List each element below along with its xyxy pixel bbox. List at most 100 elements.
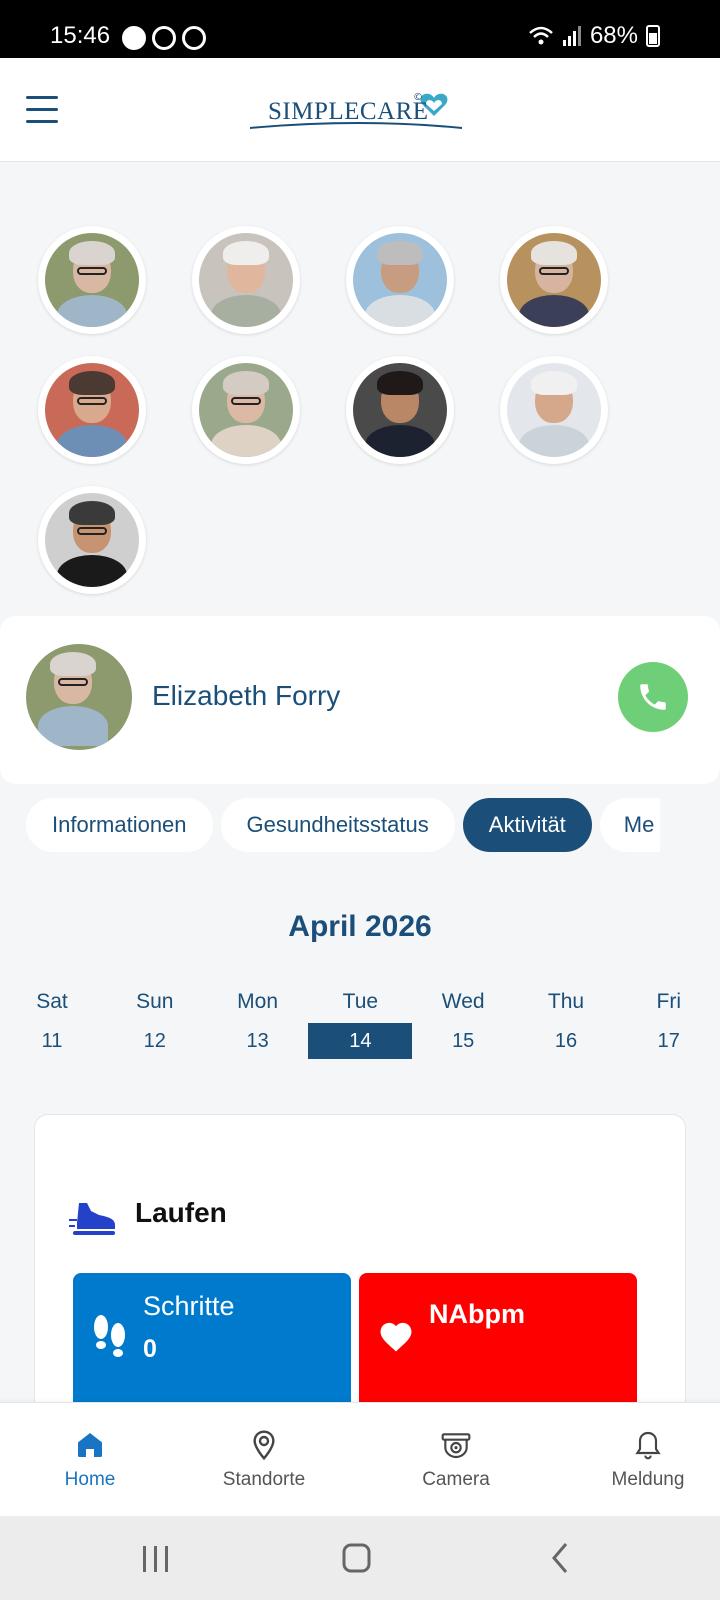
app-notification-icon: [122, 26, 146, 50]
nav-camera-label: Camera: [422, 1469, 490, 1490]
day-number: 12: [143, 1030, 166, 1052]
calendar-week-row: Sat 11 Sun 12 Mon 13 Tue 14 Wed 15 Thu 16 Fri 17: [0, 987, 720, 1059]
glasses-detail: [77, 397, 107, 405]
menu-icon[interactable]: [26, 96, 58, 124]
day-number: 16: [554, 1030, 578, 1052]
resident-avatar-button[interactable]: [192, 356, 300, 464]
system-indicators: 68%: [528, 22, 660, 50]
resident-photo: [45, 233, 139, 327]
day-name: Sun: [136, 990, 174, 1013]
sync-icon: [182, 26, 206, 50]
home-square-icon: [342, 1543, 371, 1573]
simplecare-logo: SIMPLECARE ©: [250, 88, 474, 138]
resident-avatar-button[interactable]: [38, 226, 146, 334]
heart-rate-value: NAbpm: [429, 1299, 525, 1329]
heart-rate-tile: NAbpm: [359, 1273, 637, 1413]
signal-icon: [562, 26, 581, 46]
recents-icon: [143, 1546, 168, 1572]
resident-avatar-button[interactable]: [500, 226, 608, 334]
calendar-day[interactable]: Tue 14: [308, 987, 413, 1059]
glasses-detail: [77, 527, 107, 535]
resident-name: Elizabeth Forry: [152, 680, 341, 711]
steps-value: 0: [143, 1335, 157, 1363]
calendar-day[interactable]: Wed 15: [411, 987, 515, 1059]
calendar-day[interactable]: Thu 16: [514, 987, 618, 1059]
day-name: Tue: [342, 990, 379, 1013]
resident-avatar-button[interactable]: [346, 356, 454, 464]
glasses-detail: [58, 678, 88, 686]
activity-card: Laufen Schritte 0 NAbpm: [34, 1114, 686, 1414]
day-name: Thu: [547, 990, 585, 1013]
call-button[interactable]: [618, 662, 688, 732]
day-number: 14: [308, 1023, 413, 1059]
logo-copyright: ©: [413, 92, 423, 103]
status-bar: 15:46 68%: [0, 0, 720, 58]
back-button[interactable]: [530, 1538, 590, 1578]
notification-icons: [122, 26, 206, 50]
heart-icon: [380, 1322, 412, 1352]
resident-avatar: [26, 644, 132, 750]
footprints-icon: [94, 1315, 125, 1357]
day-name: Sat: [36, 990, 68, 1013]
calendar-day[interactable]: Sun 12: [103, 987, 207, 1059]
resident-photo: [45, 363, 139, 457]
resident-photo: [45, 493, 139, 587]
day-name: Fri: [656, 990, 682, 1013]
nav-home-label: Home: [64, 1469, 116, 1490]
resident-photo: [199, 233, 293, 327]
nav-standorte[interactable]: Standorte: [174, 1403, 354, 1517]
tab-gesundheitsstatus[interactable]: Gesundheitsstatus: [220, 798, 455, 852]
resident-photo: [507, 363, 601, 457]
resident-photo: [507, 233, 601, 327]
tab-more[interactable]: Me: [599, 798, 660, 852]
resident-tabs: Informationen Gesundheitsstatus Aktivitä…: [26, 798, 660, 852]
resident-avatar-button[interactable]: [38, 356, 146, 464]
glasses-detail: [539, 267, 569, 275]
nav-meldung[interactable]: Meldung: [558, 1403, 720, 1517]
day-number: 13: [246, 1030, 269, 1052]
tab-informationen[interactable]: Informationen: [26, 798, 213, 852]
activity-title: Laufen: [135, 1197, 227, 1228]
location-pin-icon: [253, 1430, 275, 1461]
resident-avatar-button[interactable]: [38, 486, 146, 594]
calendar-day[interactable]: Mon 13: [206, 987, 310, 1059]
steps-label: Schritte: [143, 1291, 235, 1321]
running-shoe-icon: [69, 1203, 115, 1235]
logo-text: SIMPLECARE: [268, 98, 429, 125]
battery-percent: 68%: [589, 22, 638, 49]
wifi-icon: [529, 26, 553, 45]
camera-icon: [441, 1433, 471, 1459]
resident-avatar-button[interactable]: [500, 356, 608, 464]
calendar-day[interactable]: Sat 11: [0, 987, 104, 1059]
home-system-button[interactable]: [326, 1538, 386, 1578]
bottom-navigation: Home Standorte Camera Meldung: [0, 1402, 720, 1516]
resident-photo: [353, 363, 447, 457]
glasses-detail: [231, 397, 261, 405]
nav-home[interactable]: Home: [0, 1403, 180, 1517]
selected-resident-card: Elizabeth Forry: [0, 616, 720, 784]
nav-standorte-label: Standorte: [222, 1469, 306, 1490]
steps-tile: Schritte 0: [73, 1273, 351, 1413]
nav-meldung-label: Meldung: [611, 1469, 685, 1490]
resident-photo: [199, 363, 293, 457]
home-icon: [78, 1433, 102, 1457]
resident-avatar-button[interactable]: [346, 226, 454, 334]
day-number: 17: [657, 1030, 680, 1052]
resident-photo: [353, 233, 447, 327]
back-chevron-icon: [552, 1543, 568, 1573]
day-name: Mon: [237, 990, 279, 1013]
recents-button[interactable]: [126, 1538, 186, 1578]
battery-icon: [646, 25, 660, 47]
nav-camera[interactable]: Camera: [366, 1403, 546, 1517]
day-number: 15: [452, 1030, 475, 1052]
resident-avatar-button[interactable]: [192, 226, 300, 334]
day-number: 11: [41, 1030, 63, 1052]
phone-icon: [640, 684, 666, 710]
tab-aktivitaet[interactable]: Aktivität: [462, 798, 592, 852]
calendar-day[interactable]: Fri 17: [617, 987, 720, 1059]
whatsapp-icon: [152, 26, 176, 50]
system-navigation-bar: [0, 1516, 720, 1600]
glasses-detail: [77, 267, 107, 275]
app-header: SIMPLECARE ©: [0, 58, 720, 162]
calendar-month: April 2026: [288, 910, 432, 943]
